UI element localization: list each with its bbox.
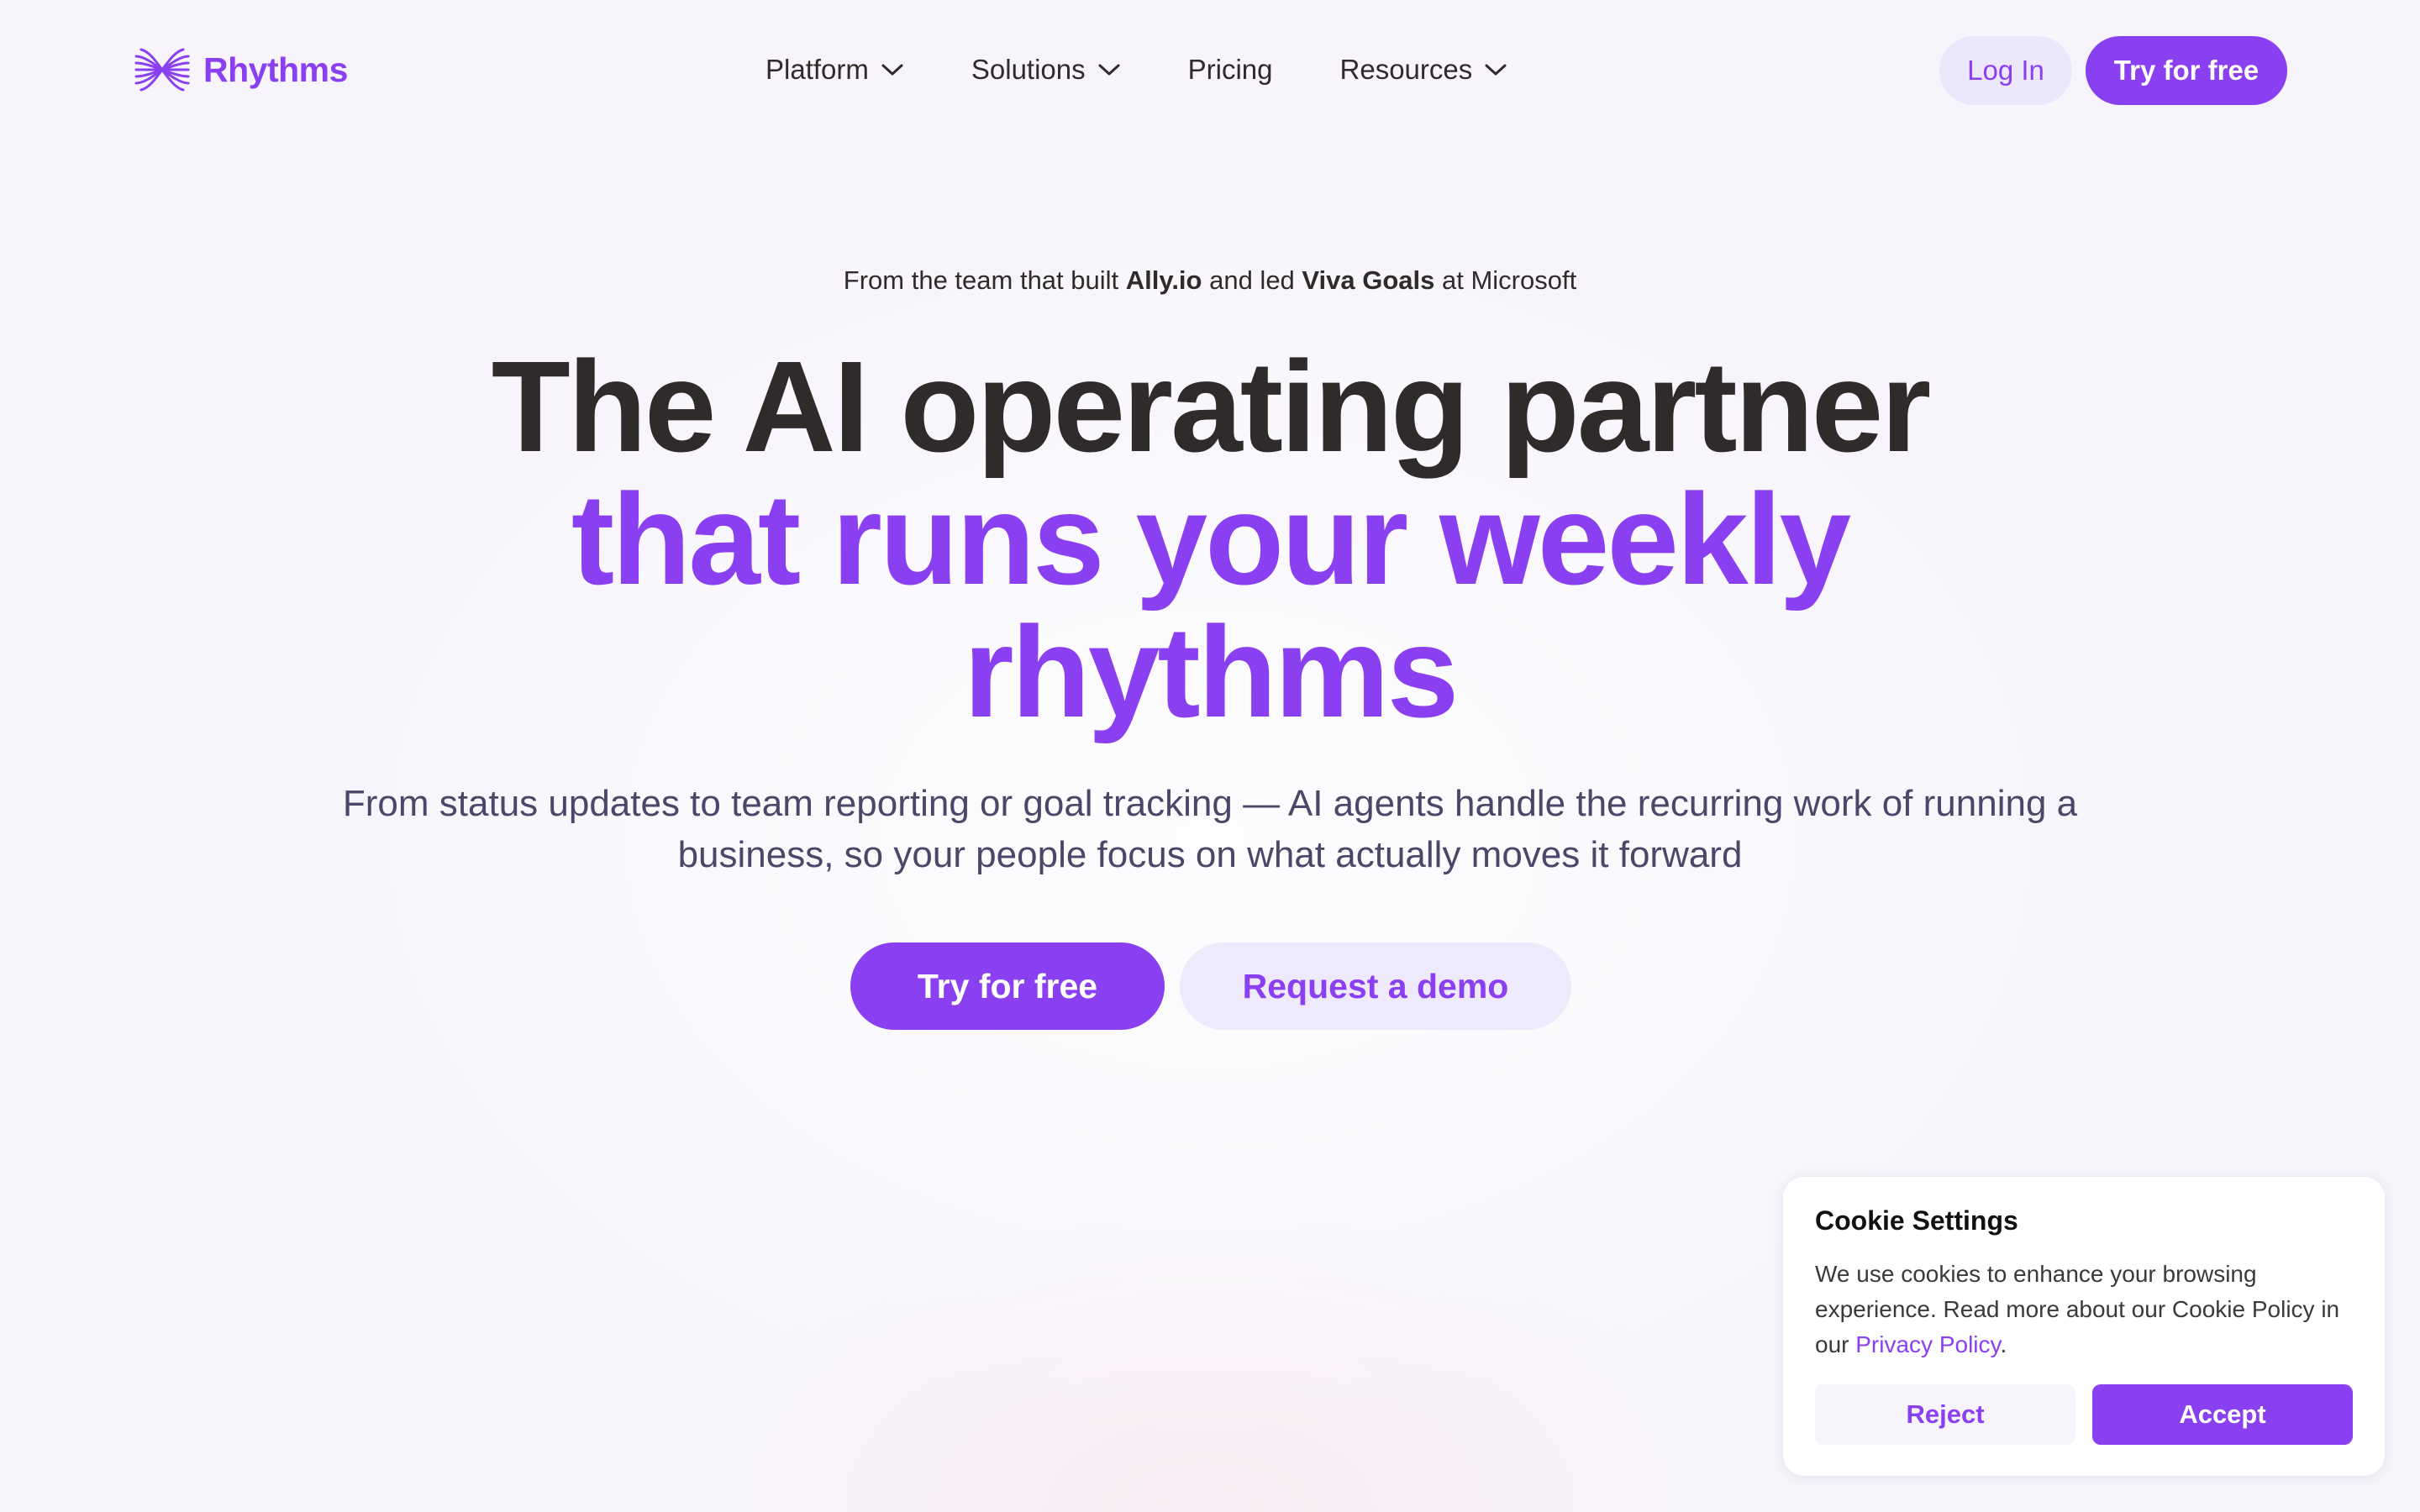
chevron-down-icon: [1098, 64, 1120, 76]
nav-item-pricing[interactable]: Pricing: [1188, 54, 1273, 86]
headline-line-3: rhythms: [963, 600, 1460, 744]
request-demo-button[interactable]: Request a demo: [1180, 942, 1571, 1030]
top-navigation: Rhythms Platform Solutions Pricing Resou…: [0, 0, 2420, 139]
nav-item-label: Platform: [765, 54, 869, 85]
tagline-brand-viva-goals: Viva Goals: [1302, 265, 1435, 295]
cookie-settings-panel: Cookie Settings We use cookies to enhanc…: [1782, 1176, 2386, 1477]
tagline-mid: and led: [1202, 265, 1302, 295]
headline-line-1: The AI operating partner: [491, 334, 1932, 479]
brand-name: Rhythms: [203, 50, 348, 89]
headline-line-2: that runs your weekly: [571, 467, 1851, 612]
main-menu: Platform Solutions Pricing Resources: [765, 44, 1507, 96]
reject-cookies-button[interactable]: Reject: [1815, 1384, 2075, 1445]
chevron-down-icon: [881, 64, 903, 76]
privacy-policy-link[interactable]: Privacy Policy: [1855, 1331, 2000, 1357]
cookie-title: Cookie Settings: [1815, 1205, 2018, 1236]
nav-item-platform[interactable]: Platform: [765, 54, 904, 86]
tagline-prefix: From the team that built: [843, 265, 1126, 295]
accept-cookies-button[interactable]: Accept: [2092, 1384, 2353, 1445]
hero-try-for-free-button[interactable]: Try for free: [850, 942, 1165, 1030]
nav-item-resources[interactable]: Resources: [1340, 54, 1508, 86]
nav-item-label: Resources: [1339, 54, 1473, 85]
hero-cta-row: Try for free Request a demo: [850, 942, 1571, 1030]
tagline-brand-ally: Ally.io: [1125, 265, 1202, 295]
hero-subtext: From status updates to team reporting or…: [342, 783, 2078, 875]
login-button[interactable]: Log In: [1939, 36, 2072, 105]
cookie-text-end: .: [2000, 1331, 2007, 1357]
nav-item-solutions[interactable]: Solutions: [971, 54, 1121, 86]
tagline-suffix: at Microsoft: [1434, 265, 1577, 295]
brand-logo-link[interactable]: Rhythms: [133, 44, 348, 96]
nav-item-label: Pricing: [1187, 54, 1273, 85]
chevron-down-icon: [1485, 64, 1507, 76]
hero-headline: The AI operating partner that runs your …: [0, 340, 2420, 738]
nav-try-for-free-button[interactable]: Try for free: [2086, 36, 2287, 105]
cookie-buttons: Reject Accept: [1815, 1384, 2353, 1445]
nav-item-label: Solutions: [971, 54, 1086, 85]
rhythms-wave-logo-icon: [134, 48, 190, 92]
cookie-text: We use cookies to enhance your browsing …: [1815, 1257, 2353, 1362]
hero-tagline: From the team that built Ally.io and led…: [0, 265, 2420, 296]
